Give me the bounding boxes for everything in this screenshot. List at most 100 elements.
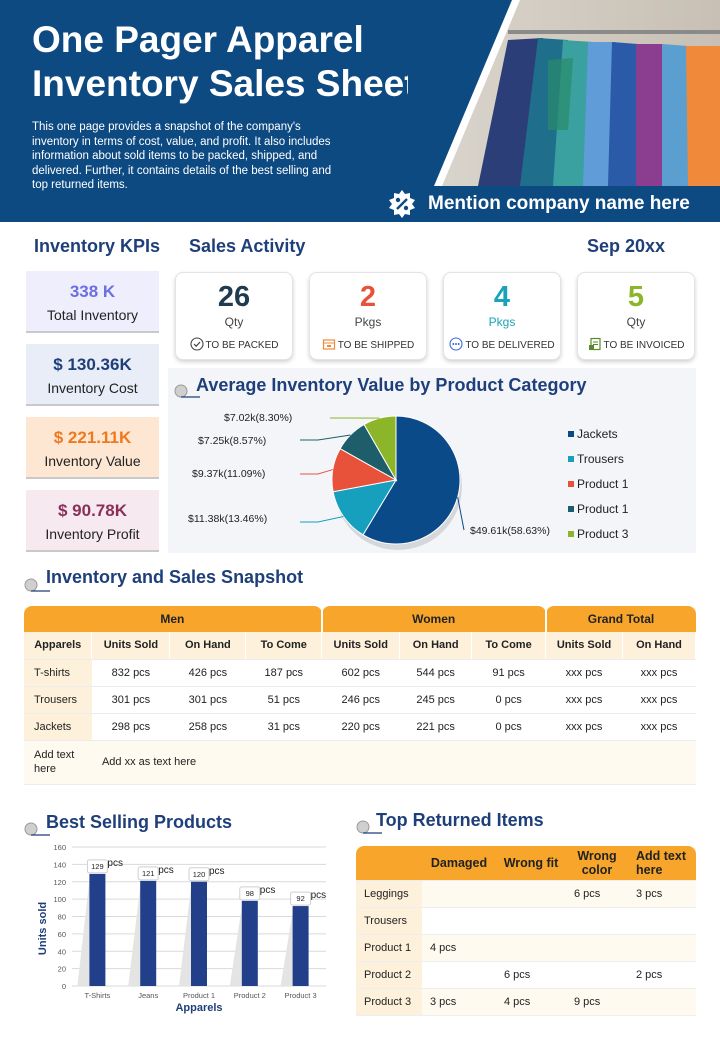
table-cell: 544 pcs [399, 659, 472, 687]
y-tick-label: 20 [58, 965, 66, 974]
kpi-value: $ 221.11K [53, 428, 132, 447]
y-axis-label: Units sold [37, 902, 49, 955]
clothing-rack-photo [408, 0, 720, 186]
group-grand-total: Grand Total [545, 606, 696, 632]
snapshot-group-row: Men Women Grand Total [24, 606, 696, 632]
table-cell: 602 pcs [321, 659, 400, 687]
y-tick-label: 120 [53, 878, 66, 887]
value-label-text: 92 [296, 894, 304, 903]
x-tick-label: Product 1 [183, 991, 215, 1000]
value-unit-text: pcs [107, 858, 123, 869]
bar-value-label: 120 pcs [188, 866, 225, 882]
group-men: Men [24, 606, 323, 632]
table-cell: 91 pcs [471, 659, 546, 687]
table-row: Jackets 298 pcs 258 pcs 31 pcs 220 pcs 2… [24, 713, 696, 741]
avg-chart-title: Average Inventory Value by Product Categ… [196, 375, 587, 395]
activity-unit: Qty [626, 315, 646, 329]
activity-number: 26 [217, 281, 251, 313]
table-cell: xxx pcs [622, 659, 696, 687]
bar-shadow [77, 879, 90, 986]
legend-label: Trousers [577, 452, 624, 466]
table-cell: 220 pcs [321, 713, 400, 741]
value-label-text: 120 [193, 870, 206, 879]
date-label: Sep 20xx [587, 236, 666, 256]
column-header: On Hand [622, 632, 697, 660]
table-row: Product 1 4 pcs [356, 934, 696, 962]
company-bar: Mention company name here [378, 186, 720, 222]
row-label: Leggings [356, 880, 422, 908]
table-cell [422, 961, 496, 989]
table-cell: xxx pcs [622, 713, 696, 741]
group-women: Women [321, 606, 547, 632]
table-cell: 2 pcs [628, 961, 696, 989]
activity-card-packed: 26 Qty TO BE PACKED [175, 272, 293, 360]
row-label: Trousers [356, 907, 422, 935]
activity-card-delivered: 4 Pkgs TO BE DELIVERED [443, 272, 561, 360]
y-tick-label: 40 [58, 947, 66, 956]
bar [241, 900, 258, 986]
table-cell [496, 880, 566, 908]
snapshot-title: Inventory and Sales Snapshot [46, 567, 304, 587]
table-row: T-shirts 832 pcs 426 pcs 187 pcs 602 pcs… [24, 659, 696, 687]
bar-shadow [280, 912, 293, 986]
table-cell: 426 pcs [169, 659, 246, 687]
x-tick-label: Product 3 [285, 991, 317, 1000]
returned-header-row: Damaged Wrong fit Wrong color Add text h… [356, 846, 696, 881]
table-cell: xxx pcs [545, 686, 623, 714]
kpi-label: Total Inventory [46, 307, 139, 323]
value-label-text: 129 [91, 862, 104, 871]
invoice-icon [588, 337, 601, 351]
table-cell: 301 pcs [91, 686, 170, 714]
activity-unit: Pkgs [354, 315, 382, 329]
footer-label: Add text here [24, 740, 92, 785]
value-unit-text: pcs [260, 885, 276, 896]
bar-value-label: 129 pcs [86, 858, 123, 874]
table-cell: 4 pcs [422, 934, 496, 962]
best-selling-bar-chart: 020406080100120140160129 pcsT-Shirts121 pc… [37, 843, 326, 1014]
activity-status: TO BE PACKED [176, 337, 292, 351]
table-cell: 6 pcs [496, 961, 566, 989]
pie-data-label: $9.37k(11.09%) [192, 468, 265, 480]
activity-card-shipped: 2 Pkgs TO BE SHIPPED [309, 272, 427, 360]
kpi-card-total-inventory: 338 K Total Inventory [26, 271, 159, 333]
activity-status-text: TO BE SHIPPED [337, 340, 415, 351]
activity-status: TO BE SHIPPED [310, 337, 426, 351]
pie-data-label: $7.25k(8.57%) [198, 435, 266, 447]
inventory-kpis-title: Inventory KPIs [34, 236, 161, 256]
pie-data-label: $49.61k(58.63%) [470, 525, 550, 537]
page-description: This one page provides a snapshot of the… [32, 121, 332, 191]
column-header: Units Sold [545, 632, 623, 660]
table-cell [422, 907, 496, 935]
table-cell [628, 907, 696, 935]
bar-shadow [179, 887, 191, 986]
activity-status: TO BE DELIVERED [444, 337, 560, 351]
y-tick-label: 0 [62, 982, 66, 991]
percent-badge-icon [389, 190, 415, 218]
column-header: Units Sold [321, 632, 401, 660]
legend-label: Product 3 [577, 527, 629, 541]
table-row: Trousers [356, 907, 696, 935]
dots-circle-icon [449, 337, 463, 351]
legend-swatch [568, 456, 574, 462]
activity-number: 5 [627, 281, 645, 313]
kpi-value: $ 130.36K [53, 355, 132, 374]
pie-leader-line [300, 469, 333, 475]
y-tick-label: 140 [53, 860, 66, 869]
activity-number: 4 [493, 281, 511, 313]
row-label: Jackets [24, 713, 92, 741]
legend-swatch [568, 481, 574, 487]
header-banner: One Pager Apparel Inventory Sales Sheet … [0, 0, 720, 222]
snapshot-table: Men Women Grand Total Apparels Units Sol… [24, 606, 697, 785]
bar [89, 873, 106, 986]
bar-shadow [229, 906, 242, 986]
footer-text: Add xx as text here [91, 740, 696, 785]
snapshot-header-row: Apparels Units Sold On Hand To Come Unit… [24, 632, 697, 660]
activity-number: 2 [359, 281, 377, 313]
activity-status: TO BE INVOICED [578, 337, 694, 351]
bar-value-label: 98 pcs [239, 885, 276, 901]
table-cell [496, 907, 566, 935]
table-cell: 301 pcs [169, 686, 246, 714]
column-header: Wrong fit [496, 846, 566, 881]
table-row: Product 2 6 pcs 2 pcs [356, 961, 696, 989]
y-tick-label: 60 [58, 930, 66, 939]
